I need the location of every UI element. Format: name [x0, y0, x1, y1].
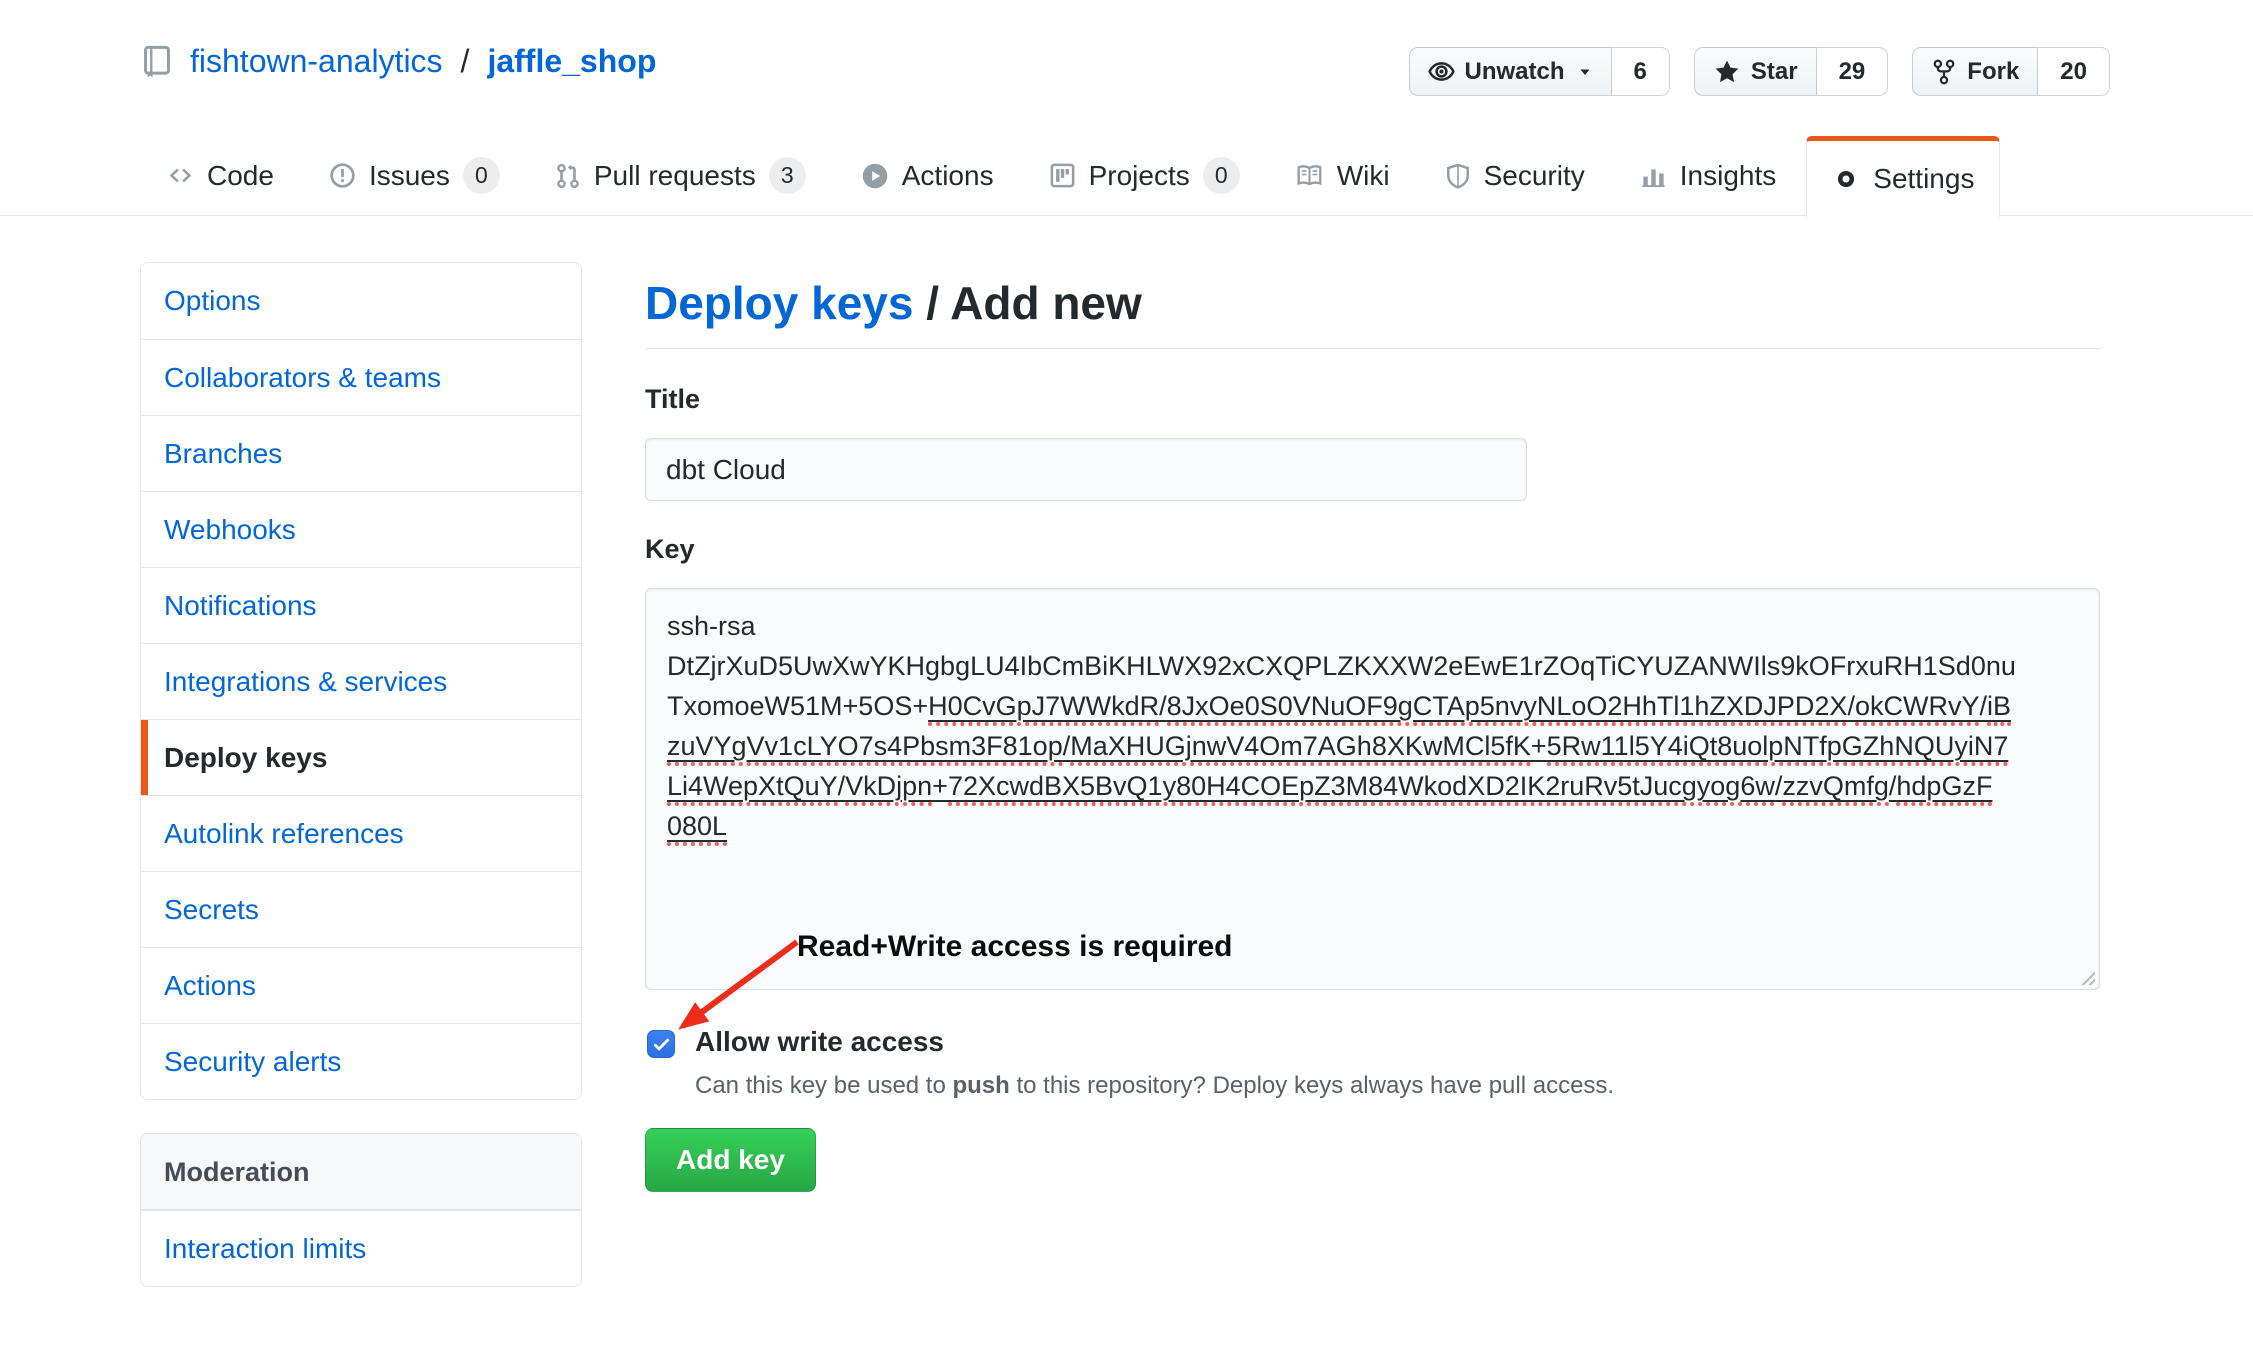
page-title-current: Add new — [950, 277, 1142, 329]
triangle-down-icon — [1577, 64, 1593, 80]
sidebar-item-actions[interactable]: Actions — [141, 947, 581, 1023]
tab-label: Wiki — [1337, 160, 1390, 192]
key-line: 080L — [667, 806, 2078, 846]
page-title: Deploy keys / Add new — [645, 276, 1142, 330]
fork-button[interactable]: Fork — [1912, 47, 2038, 96]
tab-label: Pull requests — [594, 160, 756, 192]
settings-sidebar: OptionsCollaborators & teamsBranchesWebh… — [140, 262, 582, 1287]
issue-icon — [329, 162, 356, 189]
title-label: Title — [645, 384, 700, 415]
sidebar-section: OptionsCollaborators & teamsBranchesWebh… — [140, 262, 582, 1100]
star-label: Star — [1751, 58, 1798, 86]
repo-icon — [140, 42, 174, 80]
projects-icon — [1049, 162, 1076, 189]
key-text: ssh-rsaDtZjrXuD5UwXwYKHgbgLU4IbCmBiKHLWX… — [667, 606, 2078, 846]
star-button[interactable]: Star — [1694, 47, 1817, 96]
star-count[interactable]: 29 — [1817, 47, 1889, 96]
deploy-keys-main: Deploy keys / Add new Title Key ssh-rsaD… — [645, 262, 2100, 1362]
unwatch-button[interactable]: Unwatch — [1409, 47, 1612, 96]
tab-count-badge: 3 — [769, 157, 806, 194]
repo-owner-link[interactable]: fishtown-analytics — [190, 43, 443, 80]
sidebar-item-branches[interactable]: Branches — [141, 415, 581, 491]
content-area: OptionsCollaborators & teamsBranchesWebh… — [140, 262, 2110, 1364]
fork-count[interactable]: 20 — [2038, 47, 2110, 96]
tab-security[interactable]: Security — [1420, 136, 1610, 215]
unwatch-label: Unwatch — [1465, 58, 1565, 86]
star-icon — [1713, 58, 1741, 86]
allow-write-checkbox[interactable] — [647, 1030, 675, 1058]
sidebar-item-secrets[interactable]: Secrets — [141, 871, 581, 947]
wiki-icon — [1295, 162, 1324, 189]
key-line: TxomoeW51M+5OS+H0CvGpJ7WWkdR/8JxOe0S0VNu… — [667, 686, 2078, 726]
tab-count-badge: 0 — [1203, 157, 1240, 194]
fork-label: Fork — [1967, 58, 2019, 86]
repo-actions-bar: Unwatch 6 Star 29 Fork 2 — [1409, 47, 2110, 96]
repo-path-separator: / — [459, 43, 472, 80]
sidebar-item-interaction-limits[interactable]: Interaction limits — [141, 1210, 581, 1286]
sidebar-item-integrations-services[interactable]: Integrations & services — [141, 643, 581, 719]
pull-request-icon — [555, 162, 581, 190]
actions-icon — [861, 162, 889, 190]
resize-handle-icon[interactable] — [2079, 969, 2095, 985]
annotation-note: Read+Write access is required — [797, 930, 1233, 964]
key-label: Key — [645, 534, 695, 565]
tab-settings[interactable]: Settings — [1806, 136, 2000, 217]
add-key-button[interactable]: Add key — [645, 1128, 816, 1192]
tab-issues[interactable]: Issues 0 — [304, 136, 525, 215]
deploy-keys-link[interactable]: Deploy keys — [645, 277, 913, 329]
gear-icon — [1832, 165, 1860, 193]
code-icon — [167, 162, 194, 189]
tab-pull-requests[interactable]: Pull requests 3 — [530, 136, 831, 215]
tab-projects[interactable]: Projects 0 — [1024, 136, 1265, 215]
tab-actions[interactable]: Actions — [836, 136, 1019, 215]
allow-write-label: Allow write access — [695, 1026, 944, 1058]
sidebar-heading-moderation: Moderation — [141, 1134, 581, 1210]
tab-label: Actions — [902, 160, 994, 192]
check-icon — [652, 1035, 671, 1054]
repo-name-link[interactable]: jaffle_shop — [487, 43, 656, 80]
sidebar-item-collaborators-teams[interactable]: Collaborators & teams — [141, 339, 581, 415]
key-line: Li4WepXtQuY/VkDjpn+72XcwdBX5BvQ1y80H4COE… — [667, 766, 2078, 806]
watch-group: Unwatch 6 — [1409, 47, 1670, 96]
push-emphasis: push — [952, 1072, 1009, 1099]
repo-tabs: Code Issues 0 Pull requests 3 Actions Projects… — [0, 136, 2253, 216]
tab-label: Projects — [1089, 160, 1190, 192]
tab-code[interactable]: Code — [142, 136, 299, 215]
fork-group: Fork 20 — [1912, 47, 2110, 96]
insights-icon — [1640, 162, 1667, 189]
tab-label: Insights — [1680, 160, 1777, 192]
shield-icon — [1445, 162, 1471, 190]
key-line: DtZjrXuD5UwXwYKHgbgLU4IbCmBiKHLWX92xCXQP… — [667, 646, 2078, 686]
key-line: zuVYgVv1cLYO7s4Pbsm3F81op/MaXHUGjnwV4Om7… — [667, 726, 2078, 766]
tab-label: Issues — [369, 160, 450, 192]
repo-breadcrumb: fishtown-analytics / jaffle_shop — [140, 42, 656, 80]
sidebar-item-security-alerts[interactable]: Security alerts — [141, 1023, 581, 1099]
github-settings-page: fishtown-analytics / jaffle_shop Unwatch… — [0, 0, 2253, 1364]
tab-insights[interactable]: Insights — [1615, 136, 1802, 215]
eye-icon — [1428, 58, 1455, 85]
sidebar-item-autolink-references[interactable]: Autolink references — [141, 795, 581, 871]
tab-wiki[interactable]: Wiki — [1270, 136, 1415, 215]
tab-label: Security — [1484, 160, 1585, 192]
fork-icon — [1931, 58, 1957, 86]
sidebar-item-notifications[interactable]: Notifications — [141, 567, 581, 643]
sidebar-item-webhooks[interactable]: Webhooks — [141, 491, 581, 567]
tab-count-badge: 0 — [463, 157, 500, 194]
heading-divider — [645, 348, 2100, 349]
watch-count[interactable]: 6 — [1612, 47, 1670, 96]
sidebar-item-options[interactable]: Options — [141, 263, 581, 339]
page-title-separator: / — [913, 277, 950, 329]
star-group: Star 29 — [1694, 47, 1888, 96]
sidebar-section: ModerationInteraction limits — [140, 1133, 582, 1287]
tab-label: Settings — [1873, 163, 1974, 195]
key-line: ssh-rsa — [667, 606, 2078, 646]
sidebar-item-deploy-keys[interactable]: Deploy keys — [141, 719, 581, 795]
allow-write-description: Can this key be used to push to this rep… — [695, 1072, 1614, 1100]
tab-label: Code — [207, 160, 274, 192]
title-input[interactable] — [645, 438, 1527, 501]
